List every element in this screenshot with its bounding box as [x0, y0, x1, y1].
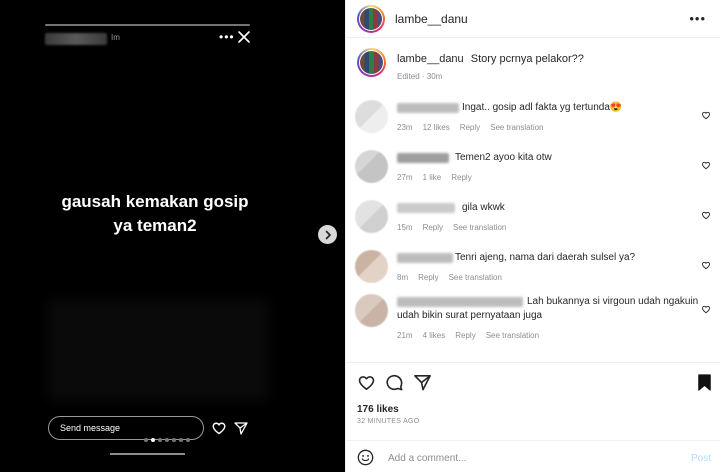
comment-meta: 23m 12 likes Reply See translation — [397, 123, 544, 132]
caption-body: Story pcrnya pelakor?? — [470, 53, 584, 65]
comment-time: 21m — [397, 331, 413, 340]
comment-username-blurred[interactable] — [397, 153, 449, 163]
comment-time: 15m — [397, 223, 413, 232]
comment-text: Ingat.. gosip adl fakta yg tertunda😍 — [462, 102, 623, 113]
caption: lambe__danu Story pcrnya pelakor?? Edite… — [346, 38, 720, 98]
avatar[interactable] — [355, 294, 388, 327]
home-indicator — [110, 453, 185, 455]
next-story-button[interactable] — [318, 225, 337, 244]
heart-icon[interactable] — [701, 160, 711, 170]
story-time: Im — [111, 33, 120, 42]
comment-meta: 21m 4 likes Reply See translation — [397, 331, 539, 340]
comment-time: 23m — [397, 123, 413, 132]
heart-icon[interactable] — [211, 420, 227, 436]
avatar[interactable] — [355, 250, 388, 283]
post-actions: 176 likes 32 MINUTES AGO Add a comment..… — [346, 362, 720, 466]
comment-username-blurred[interactable] — [397, 253, 453, 263]
comment-time: 27m — [397, 173, 413, 182]
reply-button[interactable]: Reply — [455, 331, 475, 340]
comment-meta: 15m Reply See translation — [397, 223, 506, 232]
share-icon[interactable] — [413, 373, 432, 392]
avatar[interactable] — [355, 150, 388, 183]
comment-text: gila wkwk — [462, 202, 505, 213]
story-page-dot — [186, 438, 190, 442]
share-icon[interactable] — [233, 420, 249, 436]
comment-likes[interactable]: 1 like — [423, 173, 442, 182]
more-options-icon[interactable]: ••• — [689, 11, 706, 26]
caption-text: lambe__danu Story pcrnya pelakor?? — [397, 53, 584, 65]
caption-username[interactable]: lambe__danu — [397, 53, 464, 65]
story-page-dot — [144, 438, 148, 442]
emoji-icon[interactable] — [357, 449, 374, 466]
story-page-dot — [165, 438, 169, 442]
add-comment-input[interactable]: Add a comment... — [388, 453, 466, 464]
see-translation-button[interactable]: See translation — [449, 273, 502, 282]
add-comment-bar: Add a comment... Post — [346, 440, 720, 472]
comment-meta: 8m Reply See translation — [397, 273, 502, 282]
story-page-dot — [151, 438, 155, 442]
post-button[interactable]: Post — [691, 453, 711, 464]
story-page-dot — [172, 438, 176, 442]
close-icon[interactable] — [237, 30, 251, 44]
likes-count[interactable]: 176 likes — [357, 404, 399, 415]
story-username-blurred — [45, 33, 107, 45]
comment-text: Tenri ajeng, nama dari daerah sulsel ya? — [455, 252, 636, 263]
more-options-icon[interactable]: ••• — [219, 30, 235, 44]
comment-text: Lah bukannya si virgoun udah ngakuin uda… — [397, 295, 707, 323]
see-translation-button[interactable]: See translation — [490, 123, 543, 132]
see-translation-button[interactable]: See translation — [453, 223, 506, 232]
bookmark-icon[interactable] — [695, 373, 714, 392]
story-pane[interactable]: Im ••• gausah kemakan gosip ya teman2 Se… — [0, 0, 345, 472]
avatar[interactable] — [355, 100, 388, 133]
comment-username-blurred[interactable] — [397, 103, 459, 113]
story-page-dot — [158, 438, 162, 442]
comment-username-blurred[interactable] — [397, 203, 455, 213]
comment-icon[interactable] — [385, 373, 404, 392]
instagram-post-viewer: Im ••• gausah kemakan gosip ya teman2 Se… — [0, 0, 720, 472]
caption-meta: Edited · 30m — [397, 72, 443, 81]
reply-button[interactable]: Reply — [423, 223, 443, 232]
comment-text-line-2: udah bikin surat pernyataan juga — [397, 310, 543, 321]
chevron-right-icon — [325, 230, 331, 239]
comment-meta: 27m 1 like Reply — [397, 173, 472, 182]
avatar[interactable] — [357, 48, 386, 77]
comment-likes[interactable]: 12 likes — [423, 123, 450, 132]
story-page-dot — [179, 438, 183, 442]
story-page-dots — [144, 438, 190, 442]
send-message-input[interactable]: Send message — [48, 416, 204, 440]
header-username[interactable]: lambe__danu — [395, 12, 468, 26]
comment-text-line-1: Lah bukannya si virgoun udah ngakuin — [527, 296, 699, 307]
post-time: 32 MINUTES AGO — [357, 418, 420, 425]
see-translation-button[interactable]: See translation — [486, 331, 539, 340]
heart-icon[interactable] — [701, 110, 711, 120]
reply-button[interactable]: Reply — [418, 273, 438, 282]
story-text: gausah kemakan gosip ya teman2 — [0, 190, 310, 238]
reply-button[interactable]: Reply — [451, 173, 471, 182]
comment-likes[interactable]: 4 likes — [423, 331, 446, 340]
comments-panel: lambe__danu ••• lambe__danu Story pcrnya… — [345, 0, 720, 472]
reply-button[interactable]: Reply — [460, 123, 480, 132]
story-text-line-2: ya teman2 — [113, 216, 197, 235]
comment-time: 8m — [397, 273, 409, 282]
avatar[interactable] — [357, 4, 385, 33]
post-header: lambe__danu ••• — [346, 0, 720, 38]
like-heart-icon[interactable] — [357, 373, 376, 392]
comment-text: Temen2 ayoo kita otw — [455, 152, 552, 163]
heart-icon[interactable] — [701, 304, 711, 314]
story-progress-bar — [45, 24, 250, 26]
story-text-line-1: gausah kemakan gosip — [61, 192, 249, 211]
story-background-blur — [48, 300, 268, 400]
heart-icon[interactable] — [701, 260, 711, 270]
avatar[interactable] — [355, 200, 388, 233]
heart-icon[interactable] — [701, 210, 711, 220]
